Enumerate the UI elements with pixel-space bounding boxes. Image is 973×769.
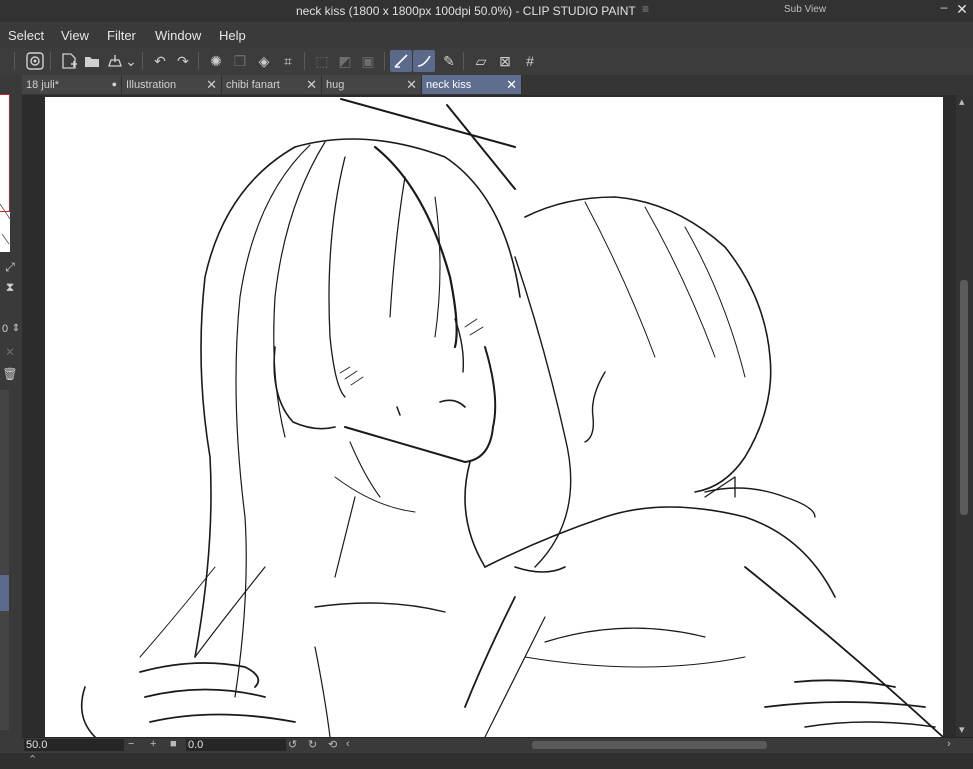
tab-18-juli[interactable]: 18 juli* ●	[22, 75, 122, 94]
zoom-out-icon[interactable]: −	[128, 738, 134, 750]
redo-icon[interactable]: ↷	[172, 50, 194, 72]
fit-icon[interactable]: ⤢	[2, 260, 18, 276]
document-tabs: 18 juli* ● Illustration ✕ chibi fanart ✕…	[22, 75, 973, 95]
brush-snap-icon[interactable]	[390, 50, 412, 72]
open-file-icon[interactable]	[81, 50, 103, 72]
toolbar-divider	[198, 52, 199, 70]
drawing-canvas[interactable]	[45, 97, 943, 737]
new-file-icon[interactable]	[58, 50, 80, 72]
menu-window[interactable]: Window	[155, 28, 201, 43]
tab-hug[interactable]: hug ✕	[322, 75, 422, 94]
command-bar: ⌄ ↶ ↷ ✺ ❐ ◈ ⌗ ⬚ ◩ ▣ ✎ ▱ ⊠ #	[0, 48, 973, 76]
selection-clear-icon[interactable]: ▣	[357, 50, 379, 72]
logo-icon[interactable]	[24, 50, 46, 72]
crop-icon[interactable]: ⌗	[277, 50, 299, 72]
menu-filter[interactable]: Filter	[107, 28, 136, 43]
menu-help[interactable]: Help	[219, 28, 246, 43]
menu-select[interactable]: Select	[8, 28, 44, 43]
menu-view[interactable]: View	[61, 28, 89, 43]
rotation-field[interactable]: 0.0	[186, 739, 234, 751]
reset-rotation-icon[interactable]: ⟲	[328, 738, 337, 751]
trash-icon[interactable]: 🗑	[2, 367, 18, 383]
toolbar-divider	[14, 52, 15, 70]
transform-icon[interactable]: ❐	[229, 50, 251, 72]
tab-illustration[interactable]: Illustration ✕	[122, 75, 222, 94]
tab-neck-kiss[interactable]: neck kiss ✕	[422, 75, 522, 94]
toolbar-divider	[384, 52, 385, 70]
rotate-left-icon[interactable]: ↺	[288, 738, 297, 751]
toolbar-divider	[50, 52, 51, 70]
tab-chibi-fanart[interactable]: chibi fanart ✕	[222, 75, 322, 94]
scroll-down-icon[interactable]: ▾	[959, 723, 965, 736]
rotate-right-icon[interactable]: ↻	[308, 738, 317, 751]
selection-invert-icon[interactable]: ◩	[334, 50, 356, 72]
brush-icon[interactable]: ✕	[2, 345, 18, 361]
close-button[interactable]: ✕	[954, 1, 970, 21]
perspective-icon[interactable]: ▱	[470, 50, 492, 72]
close-icon[interactable]: ✕	[206, 77, 217, 93]
active-layer[interactable]	[0, 575, 9, 611]
rotation-slider[interactable]	[234, 739, 286, 751]
pen-icon[interactable]: ✎	[438, 50, 460, 72]
status-bar: 50.0 − + ■ 0.0 ↺ ↻ ⟲ ‹ ›	[22, 737, 973, 753]
symmetry-icon[interactable]: ⊠	[494, 50, 516, 72]
canvas-area[interactable]	[22, 95, 956, 737]
collapse-icon[interactable]: ⌃	[28, 753, 37, 766]
close-icon[interactable]: ✕	[506, 77, 517, 93]
clear-icon[interactable]: ✺	[205, 50, 227, 72]
scroll-up-icon[interactable]: ▴	[959, 95, 965, 108]
horizontal-scroll-thumb[interactable]	[532, 741, 767, 749]
zoom-field[interactable]: 50.0	[24, 739, 72, 751]
toolbar-divider	[142, 52, 143, 70]
vertical-scroll-thumb[interactable]	[960, 280, 968, 515]
bottom-bar: ⌃	[0, 752, 973, 769]
toolbar-divider	[463, 52, 464, 70]
close-icon[interactable]: ✕	[406, 77, 417, 93]
toolbar-divider	[304, 52, 305, 70]
flip-icon[interactable]: ⧗	[2, 280, 18, 296]
grip-icon[interactable]: ≡	[642, 2, 649, 16]
zoom-in-icon[interactable]: +	[150, 738, 156, 750]
window-title: neck kiss (1800 x 1800px 100dpi 50.0%) -…	[296, 4, 636, 18]
grid-icon[interactable]: #	[519, 50, 541, 72]
title-bar: neck kiss (1800 x 1800px 100dpi 50.0%) -…	[0, 0, 973, 22]
sketch-drawing	[80, 98, 943, 737]
close-icon[interactable]: ✕	[306, 77, 317, 93]
layer-list[interactable]	[0, 390, 9, 730]
scroll-right-icon[interactable]: ›	[947, 738, 951, 750]
vertical-scrollbar[interactable]: ▴ ▾	[956, 95, 973, 737]
navigator-view-frame[interactable]	[0, 94, 10, 212]
chevron-down-icon[interactable]: ⌄	[124, 50, 138, 72]
sub-view-label: Sub View	[784, 4, 827, 15]
ruler-snap-icon[interactable]	[413, 50, 435, 72]
fit-view-icon[interactable]: ■	[170, 738, 177, 750]
fill-icon[interactable]: ◈	[253, 50, 275, 72]
minimize-button[interactable]: –	[938, 0, 950, 22]
unsaved-dot-icon[interactable]: ●	[112, 79, 117, 89]
save-icon[interactable]	[104, 50, 126, 72]
menu-bar: Select View Filter Window Help	[0, 22, 973, 49]
undo-icon[interactable]: ↶	[149, 50, 171, 72]
scroll-left-icon[interactable]: ‹	[346, 738, 350, 750]
zoom-slider[interactable]	[72, 739, 124, 751]
selection-icon[interactable]: ⬚	[311, 50, 333, 72]
